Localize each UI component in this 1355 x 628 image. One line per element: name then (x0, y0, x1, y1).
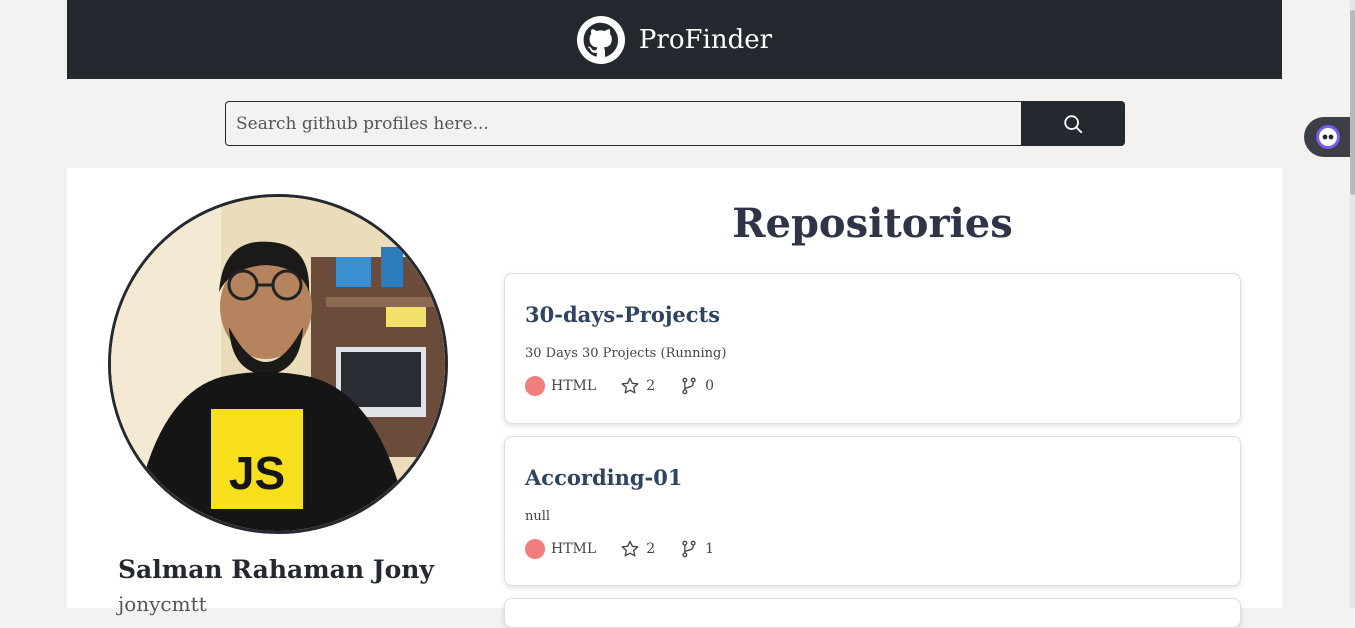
profile-login[interactable]: jonycmtt (118, 592, 207, 616)
fork-icon (682, 377, 696, 395)
star-icon (621, 540, 639, 557)
extension-widget[interactable] (1304, 117, 1355, 157)
search-icon (1064, 114, 1083, 133)
app-header: ProFinder (67, 0, 1282, 79)
profile-name: Salman Rahaman Jony (118, 555, 434, 584)
repo-name[interactable]: 30-days-Projects (525, 302, 720, 327)
star-icon (621, 377, 639, 394)
app-brand: ProFinder (638, 24, 773, 55)
bot-icon (1316, 125, 1340, 149)
svg-text:JS: JS (229, 447, 285, 499)
repo-stars: 2 (646, 541, 656, 557)
repo-card[interactable]: 30-days-Projects 30 Days 30 Projects (Ru… (504, 273, 1241, 424)
github-icon[interactable] (576, 15, 625, 64)
repositories-title: Repositories (732, 200, 1013, 247)
repo-description: null (525, 509, 551, 524)
repo-name[interactable]: According-01 (525, 465, 683, 490)
search-bar (67, 79, 1282, 168)
repo-card[interactable] (504, 598, 1241, 628)
repo-description: 30 Days 30 Projects (Running) (525, 346, 727, 361)
scrollbar-thumb[interactable] (1350, 10, 1355, 195)
search-button[interactable] (1021, 101, 1125, 146)
language-dot (525, 539, 545, 559)
repo-card[interactable]: According-01 null HTML 2 1 (504, 436, 1241, 586)
scrollbar[interactable] (1350, 0, 1355, 608)
search-input[interactable] (225, 101, 1022, 146)
repo-meta: HTML 2 0 (525, 376, 714, 396)
repo-forks: 0 (705, 378, 715, 394)
repo-meta: HTML 2 1 (525, 539, 714, 559)
page: ProFinder Search github profiles here...… (67, 0, 1282, 628)
fork-icon (682, 540, 696, 558)
language-dot (525, 376, 545, 396)
repo-language: HTML (551, 541, 597, 557)
avatar: JS (108, 194, 448, 534)
repo-forks: 1 (705, 541, 715, 557)
repo-stars: 2 (646, 378, 656, 394)
profile-photo: JS (111, 197, 445, 531)
repo-language: HTML (551, 378, 597, 394)
